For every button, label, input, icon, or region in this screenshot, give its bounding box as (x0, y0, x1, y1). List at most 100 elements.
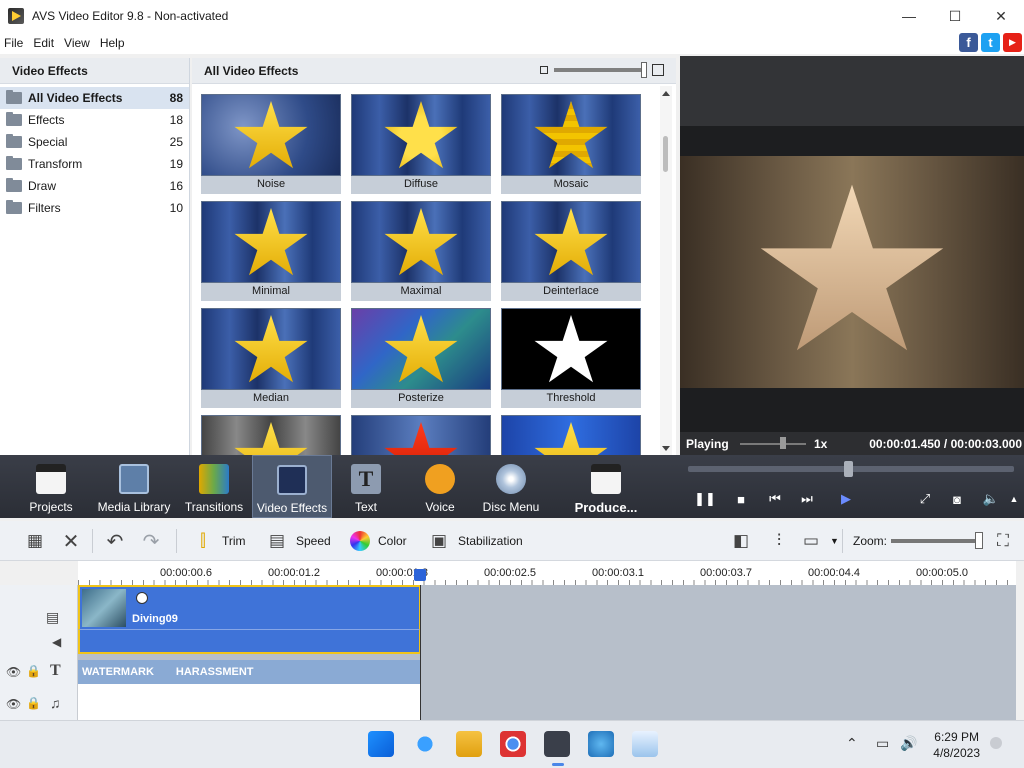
snapshot-icon[interactable]: ◙ (948, 490, 966, 508)
mute-audio-icon[interactable]: ◀ (52, 635, 61, 649)
scroll-up-icon[interactable] (662, 91, 670, 96)
avs-video-editor-icon[interactable] (544, 731, 570, 757)
next-frame-icon[interactable]: ⏭ (798, 490, 816, 508)
playback-speed-slider[interactable] (740, 443, 806, 445)
category-effects[interactable]: Effects 18 (0, 109, 189, 131)
menu-view[interactable]: View (59, 36, 95, 50)
speed-button[interactable]: ▤ Speed (266, 521, 331, 561)
effect-tile-partial[interactable] (201, 415, 341, 455)
menu-file[interactable]: File (0, 36, 28, 50)
menu-help[interactable]: Help (95, 36, 130, 50)
effect-tile-deinterlace[interactable]: Deinterlace (501, 201, 641, 301)
preview-video[interactable] (680, 156, 1024, 388)
zoom-slider-thumb[interactable] (975, 532, 983, 549)
audio-mixer-button[interactable]: ⫶ (768, 521, 798, 561)
category-special[interactable]: Special 25 (0, 131, 189, 153)
playback-speed-value: 1x (814, 436, 828, 451)
trim-label: Trim (222, 534, 246, 548)
voice-button[interactable]: Voice (420, 455, 460, 518)
storyboard-toggle-button[interactable]: ▦ (24, 521, 54, 561)
effect-tile-partial[interactable] (501, 415, 641, 455)
fit-timeline-button[interactable]: ⛶ (992, 521, 1022, 561)
effect-tile-minimal[interactable]: Minimal (201, 201, 341, 301)
effect-tile-noise[interactable]: Noise (201, 94, 341, 194)
thumbnail-size-slider[interactable] (540, 62, 664, 78)
display-mode-button[interactable]: ▭ ▼ (800, 521, 839, 561)
effect-tile-diffuse[interactable]: Diffuse (351, 94, 491, 194)
timeline-scrollbar[interactable] (1016, 561, 1024, 720)
pause-icon[interactable]: ❚❚ (694, 490, 716, 508)
text-clip[interactable]: WATERMARK HARASSMENT (78, 660, 421, 684)
seek-thumb[interactable] (844, 461, 853, 477)
category-draw[interactable]: Draw 16 (0, 175, 189, 197)
menu-edit[interactable]: Edit (28, 36, 59, 50)
undo-button[interactable]: ↶ (104, 521, 134, 561)
clip-name: Diving09 (132, 613, 178, 625)
redo-button[interactable]: ↷ (140, 521, 170, 561)
color-button[interactable]: Color (350, 521, 407, 561)
effect-tile-partial[interactable] (351, 415, 491, 455)
stop-icon[interactable]: ■ (732, 490, 750, 508)
category-filters[interactable]: Filters 10 (0, 197, 189, 219)
video-clip[interactable]: Diving09 (78, 585, 421, 629)
twitter-icon[interactable]: t (981, 33, 1000, 52)
volume-dropdown-icon[interactable]: ▲ (1008, 490, 1020, 508)
transitions-button[interactable]: Transitions (184, 455, 244, 518)
stabilization-button[interactable]: ▣ Stabilization (428, 521, 523, 561)
projects-button[interactable]: Projects (22, 455, 80, 518)
preview-seek-bar[interactable] (688, 461, 1014, 477)
start-windows-icon[interactable] (368, 731, 394, 757)
audio-clip[interactable] (78, 629, 421, 654)
youtube-icon[interactable]: ▶ (1003, 33, 1022, 52)
network-icon[interactable]: ▭ (876, 735, 889, 752)
file-explorer-icon[interactable] (456, 731, 482, 757)
search-icon[interactable] (412, 731, 438, 757)
show-hidden-icons-icon[interactable]: ⌃ (846, 735, 858, 752)
music-track-area[interactable] (78, 684, 421, 720)
notification-icon[interactable] (990, 737, 1002, 749)
playback-speed-thumb[interactable] (780, 437, 786, 449)
playhead-marker[interactable] (414, 569, 426, 581)
facebook-icon[interactable]: f (959, 33, 978, 52)
taskbar-clock[interactable]: 6:29 PM 4/8/2023 (933, 729, 980, 761)
timeline-ruler[interactable]: 00:00:00.6 00:00:01.2 00:00:01.8 00:00:0… (78, 561, 1024, 585)
effect-tile-threshold[interactable]: Threshold (501, 308, 641, 408)
close-button[interactable]: ✕ (978, 0, 1024, 32)
lock-icon[interactable]: 🔒 (26, 664, 41, 678)
scroll-down-icon[interactable] (662, 446, 670, 451)
gallery-scrollbar[interactable] (660, 86, 672, 455)
speaker-icon[interactable]: 🔊 (900, 735, 917, 752)
effect-tile-posterize[interactable]: Posterize (351, 308, 491, 408)
previous-frame-icon[interactable]: ⏮ (766, 490, 784, 508)
resource-monitor-icon[interactable] (632, 731, 658, 757)
split-button[interactable]: ◧ (730, 521, 760, 561)
minimize-button[interactable]: — (886, 0, 932, 32)
effect-tile-mosaic[interactable]: Mosaic (501, 94, 641, 194)
maximize-button[interactable]: ☐ (932, 0, 978, 32)
fullscreen-icon[interactable]: ⤢ (916, 490, 934, 508)
scroll-thumb[interactable] (663, 136, 668, 172)
lock-icon[interactable]: 🔒 (26, 696, 41, 710)
text-button[interactable]: T Text (346, 455, 386, 518)
size-slider-thumb[interactable] (641, 62, 647, 78)
trim-button[interactable]: ⫿ Trim (192, 521, 246, 561)
play-selection-icon[interactable]: ▶ (834, 490, 858, 508)
effect-tile-maximal[interactable]: Maximal (351, 201, 491, 301)
produce-button[interactable]: Produce... (574, 455, 638, 518)
star-icon (234, 421, 308, 455)
chrome-icon[interactable] (500, 731, 526, 757)
media-library-button[interactable]: Media Library (98, 455, 170, 518)
volume-icon[interactable]: 🔈 (982, 490, 1000, 508)
category-count: 25 (169, 135, 183, 149)
category-all-video-effects[interactable]: All Video Effects 88 (0, 87, 189, 109)
paint-icon[interactable] (588, 731, 614, 757)
delete-button[interactable]: ✕ (60, 521, 90, 561)
effect-tile-median[interactable]: Median (201, 308, 341, 408)
video-effects-button[interactable]: Video Effects (252, 455, 332, 518)
visibility-eye-icon[interactable]: 👁 (6, 665, 21, 679)
category-transform[interactable]: Transform 19 (0, 153, 189, 175)
visibility-eye-icon[interactable]: 👁 (6, 697, 21, 711)
zoom-slider[interactable] (891, 539, 983, 543)
size-slider-track[interactable] (554, 62, 647, 78)
disc-menu-button[interactable]: Disc Menu (483, 455, 539, 518)
